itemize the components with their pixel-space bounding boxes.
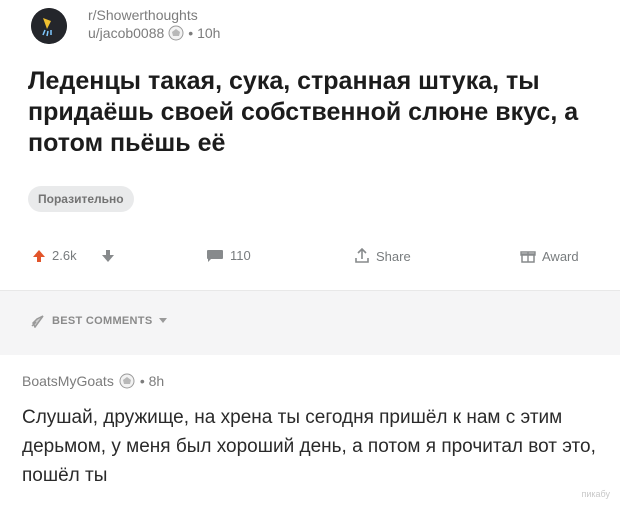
comment-body: Слушай, дружище, на хрена ты сегодня при… — [22, 407, 596, 486]
sort-dropdown[interactable]: BEST COMMENTS — [30, 314, 168, 328]
upvote-arrow-icon[interactable] — [32, 249, 46, 263]
post-time: • 10h — [188, 25, 221, 41]
post-meta: r/Showerthoughts u/jacob0088 • 10h — [88, 6, 220, 42]
share-label: Share — [376, 248, 411, 264]
subreddit-name[interactable]: r/Showerthoughts — [88, 6, 220, 24]
comment-card: BoatsMyGoats • 8h Слушай, дружище, на хр… — [0, 355, 620, 505]
vote-group: 2.6k — [32, 248, 115, 263]
subreddit-avatar[interactable] — [31, 8, 67, 44]
award-button[interactable]: Award — [520, 248, 579, 264]
comments-sort-bar: BEST COMMENTS — [0, 290, 620, 355]
comments-button[interactable]: 110 — [206, 248, 251, 263]
sort-label: BEST COMMENTS — [52, 315, 153, 327]
award-label: Award — [542, 248, 579, 264]
award-badge-icon — [119, 373, 135, 389]
upvote-count: 2.6k — [52, 248, 77, 263]
comment-meta: BoatsMyGoats • 8h — [22, 373, 164, 389]
comment-author[interactable]: BoatsMyGoats — [22, 373, 114, 389]
post-flair[interactable]: Поразительно — [28, 186, 134, 212]
post-card: r/Showerthoughts u/jacob0088 • 10h Леден… — [0, 0, 620, 290]
post-actions-bar: 2.6k 110 Share Award — [0, 244, 620, 272]
gift-icon — [520, 251, 536, 263]
comment-bubble-icon — [207, 249, 223, 262]
chevron-down-icon — [159, 318, 168, 323]
share-button[interactable]: Share — [354, 248, 411, 264]
share-icon — [355, 248, 369, 263]
showerhead-icon — [31, 8, 67, 44]
watermark: пикабу — [581, 489, 611, 499]
post-author[interactable]: u/jacob0088 — [88, 24, 164, 42]
comment-time: • 8h — [139, 373, 165, 389]
post-title[interactable]: Леденцы такая, сука, странная штука, ты … — [28, 66, 608, 159]
award-badge-icon — [168, 25, 184, 41]
rocket-icon — [31, 315, 44, 328]
comment-count: 110 — [230, 248, 251, 263]
downvote-arrow-icon[interactable] — [101, 249, 115, 263]
